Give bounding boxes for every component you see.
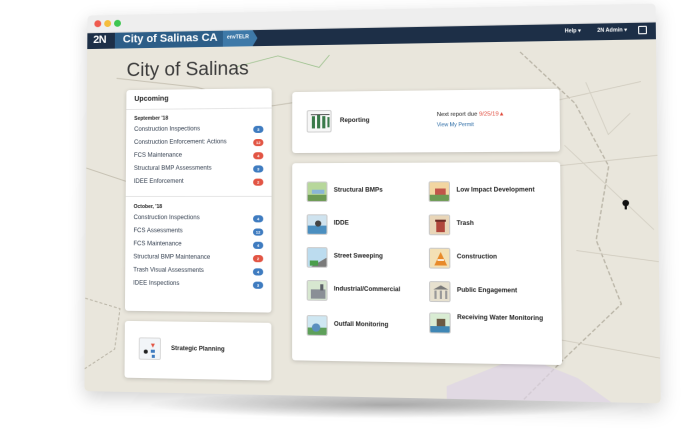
program-label: Industrial/Commercial bbox=[333, 286, 401, 294]
program-receiving-water-monitoring[interactable]: Receiving Water Monitoring bbox=[429, 308, 557, 341]
program-label: Low Impact Development bbox=[456, 187, 535, 194]
idde-icon bbox=[306, 214, 328, 235]
strategy-icon bbox=[138, 337, 161, 361]
list-item[interactable]: Structural BMP Assessments 3 bbox=[134, 163, 264, 176]
public-engagement-icon bbox=[429, 281, 451, 303]
stage: 2N City of Salinas CA envTELR Help ▾ 2N … bbox=[0, 0, 700, 448]
divider bbox=[125, 195, 272, 197]
task-label: FCS Maintenance bbox=[133, 241, 182, 248]
task-label: FCS Maintenance bbox=[133, 152, 183, 159]
program-label: IDDE bbox=[333, 220, 349, 227]
task-label: Trash Visual Assessments bbox=[133, 267, 204, 275]
industrial-commercial-icon bbox=[306, 280, 328, 301]
reporting-label: Reporting bbox=[339, 117, 370, 125]
upcoming-panel: Upcoming September '18 Construction Insp… bbox=[124, 88, 272, 313]
program-label: Street Sweeping bbox=[333, 253, 383, 260]
outfall-monitoring-icon bbox=[306, 315, 328, 337]
program-public-engagement[interactable]: Public Engagement bbox=[429, 277, 557, 310]
exit-icon[interactable] bbox=[638, 25, 648, 35]
strategic-planning-label: Strategic Planning bbox=[171, 345, 225, 353]
program-industrial-commercial[interactable]: Industrial/Commercial bbox=[306, 276, 432, 308]
list-item[interactable]: Construction Inspections 3 bbox=[134, 124, 264, 137]
next-report-prefix: Next report due bbox=[436, 111, 479, 119]
program-idde[interactable]: IDDE bbox=[306, 210, 431, 241]
browser-window: 2N City of Salinas CA envTELR Help ▾ 2N … bbox=[84, 3, 661, 404]
structural-bmps-icon bbox=[306, 181, 328, 202]
app-logo[interactable]: 2N bbox=[93, 34, 106, 46]
task-label: Construction Inspections bbox=[134, 126, 201, 133]
program-label: Receiving Water Monitoring bbox=[457, 314, 544, 323]
list-item[interactable]: FCS Maintenance 4 bbox=[133, 239, 264, 252]
count-badge: 4 bbox=[253, 215, 264, 223]
construction-icon bbox=[428, 247, 451, 269]
task-label: Construction Inspections bbox=[133, 215, 200, 222]
list-item[interactable]: Trash Visual Assessments 4 bbox=[133, 265, 264, 278]
program-label: Construction bbox=[456, 254, 498, 261]
program-trash[interactable]: Trash bbox=[428, 210, 557, 242]
receiving-water-monitoring-icon bbox=[429, 312, 451, 334]
env-badge[interactable]: envTELR bbox=[223, 30, 258, 47]
street-sweeping-icon bbox=[306, 247, 328, 268]
list-item[interactable]: FCS Assessments 12 bbox=[133, 226, 264, 239]
list-item[interactable]: Construction Enforcement: Actions 12 bbox=[134, 137, 264, 150]
report-icon bbox=[306, 109, 332, 133]
program-street-sweeping[interactable]: Street Sweeping bbox=[306, 243, 431, 275]
map-pin-tail bbox=[624, 205, 627, 210]
count-badge: 3 bbox=[253, 165, 264, 173]
city-name: City of Salinas CA bbox=[122, 31, 218, 46]
next-report-date: 9/25/19 bbox=[478, 111, 499, 118]
warning-triangle-icon: ▲ bbox=[498, 111, 505, 118]
count-badge: 2 bbox=[253, 178, 264, 186]
task-label: Construction Enforcement: Actions bbox=[134, 139, 227, 146]
close-window-button[interactable] bbox=[94, 20, 102, 28]
count-badge: 4 bbox=[252, 241, 264, 249]
program-label: Structural BMPs bbox=[333, 187, 383, 194]
list-item[interactable]: IDEE Inspections 3 bbox=[133, 279, 264, 292]
help-menu[interactable]: Help ▾ bbox=[565, 28, 581, 35]
low-impact-development-icon bbox=[428, 181, 451, 202]
task-label: IDEE Enforcement bbox=[133, 178, 184, 185]
strategic-planning-card[interactable]: Strategic Planning bbox=[124, 320, 272, 381]
count-badge: 12 bbox=[253, 138, 264, 147]
count-badge: 4 bbox=[253, 152, 264, 160]
count-badge: 2 bbox=[252, 255, 264, 263]
maximize-window-button[interactable] bbox=[114, 19, 121, 27]
list-item[interactable]: Structural BMP Maintenance 2 bbox=[133, 252, 264, 265]
month-heading: October, '18 bbox=[133, 204, 163, 211]
count-badge: 4 bbox=[252, 268, 264, 276]
env-label: envTELR bbox=[226, 34, 249, 41]
month-heading: September '18 bbox=[134, 115, 169, 122]
list-item[interactable]: IDEE Enforcement 2 bbox=[134, 177, 264, 189]
next-report-due: Next report due 9/25/19▲ bbox=[437, 111, 505, 118]
program-construction[interactable]: Construction bbox=[428, 244, 557, 276]
task-label: Structural BMP Assessments bbox=[133, 165, 212, 172]
programs-grid: Structural BMPs Low Impact Development I… bbox=[292, 162, 563, 366]
list-item[interactable]: FCS Maintenance 4 bbox=[133, 150, 264, 163]
task-label: FCS Assessments bbox=[133, 228, 183, 235]
program-label: Trash bbox=[456, 220, 474, 228]
view-permit-link[interactable]: View My Permit bbox=[437, 122, 474, 129]
program-label: Public Engagement bbox=[456, 287, 518, 295]
trash-icon bbox=[428, 214, 451, 236]
upcoming-title: Upcoming bbox=[134, 95, 169, 103]
list-item[interactable]: Construction Inspections 4 bbox=[134, 213, 264, 225]
program-low-impact-development[interactable]: Low Impact Development bbox=[428, 177, 557, 209]
program-structural-bmps[interactable]: Structural BMPs bbox=[306, 177, 431, 208]
divider bbox=[126, 107, 272, 111]
page-title: City of Salinas bbox=[126, 58, 249, 82]
reporting-card[interactable]: Reporting Next report due 9/25/19▲ View … bbox=[292, 88, 561, 154]
program-label: Outfall Monitoring bbox=[333, 321, 389, 329]
count-badge: 12 bbox=[252, 228, 264, 236]
count-badge: 3 bbox=[253, 125, 264, 133]
task-label: IDEE Inspections bbox=[133, 280, 180, 288]
program-outfall-monitoring[interactable]: Outfall Monitoring bbox=[306, 311, 432, 344]
city-selector[interactable]: City of Salinas CA bbox=[114, 30, 223, 49]
minimize-window-button[interactable] bbox=[104, 19, 112, 28]
count-badge: 3 bbox=[252, 281, 264, 289]
user-menu[interactable]: 2N Admin ▾ bbox=[597, 27, 627, 34]
task-label: Structural BMP Maintenance bbox=[133, 254, 211, 261]
